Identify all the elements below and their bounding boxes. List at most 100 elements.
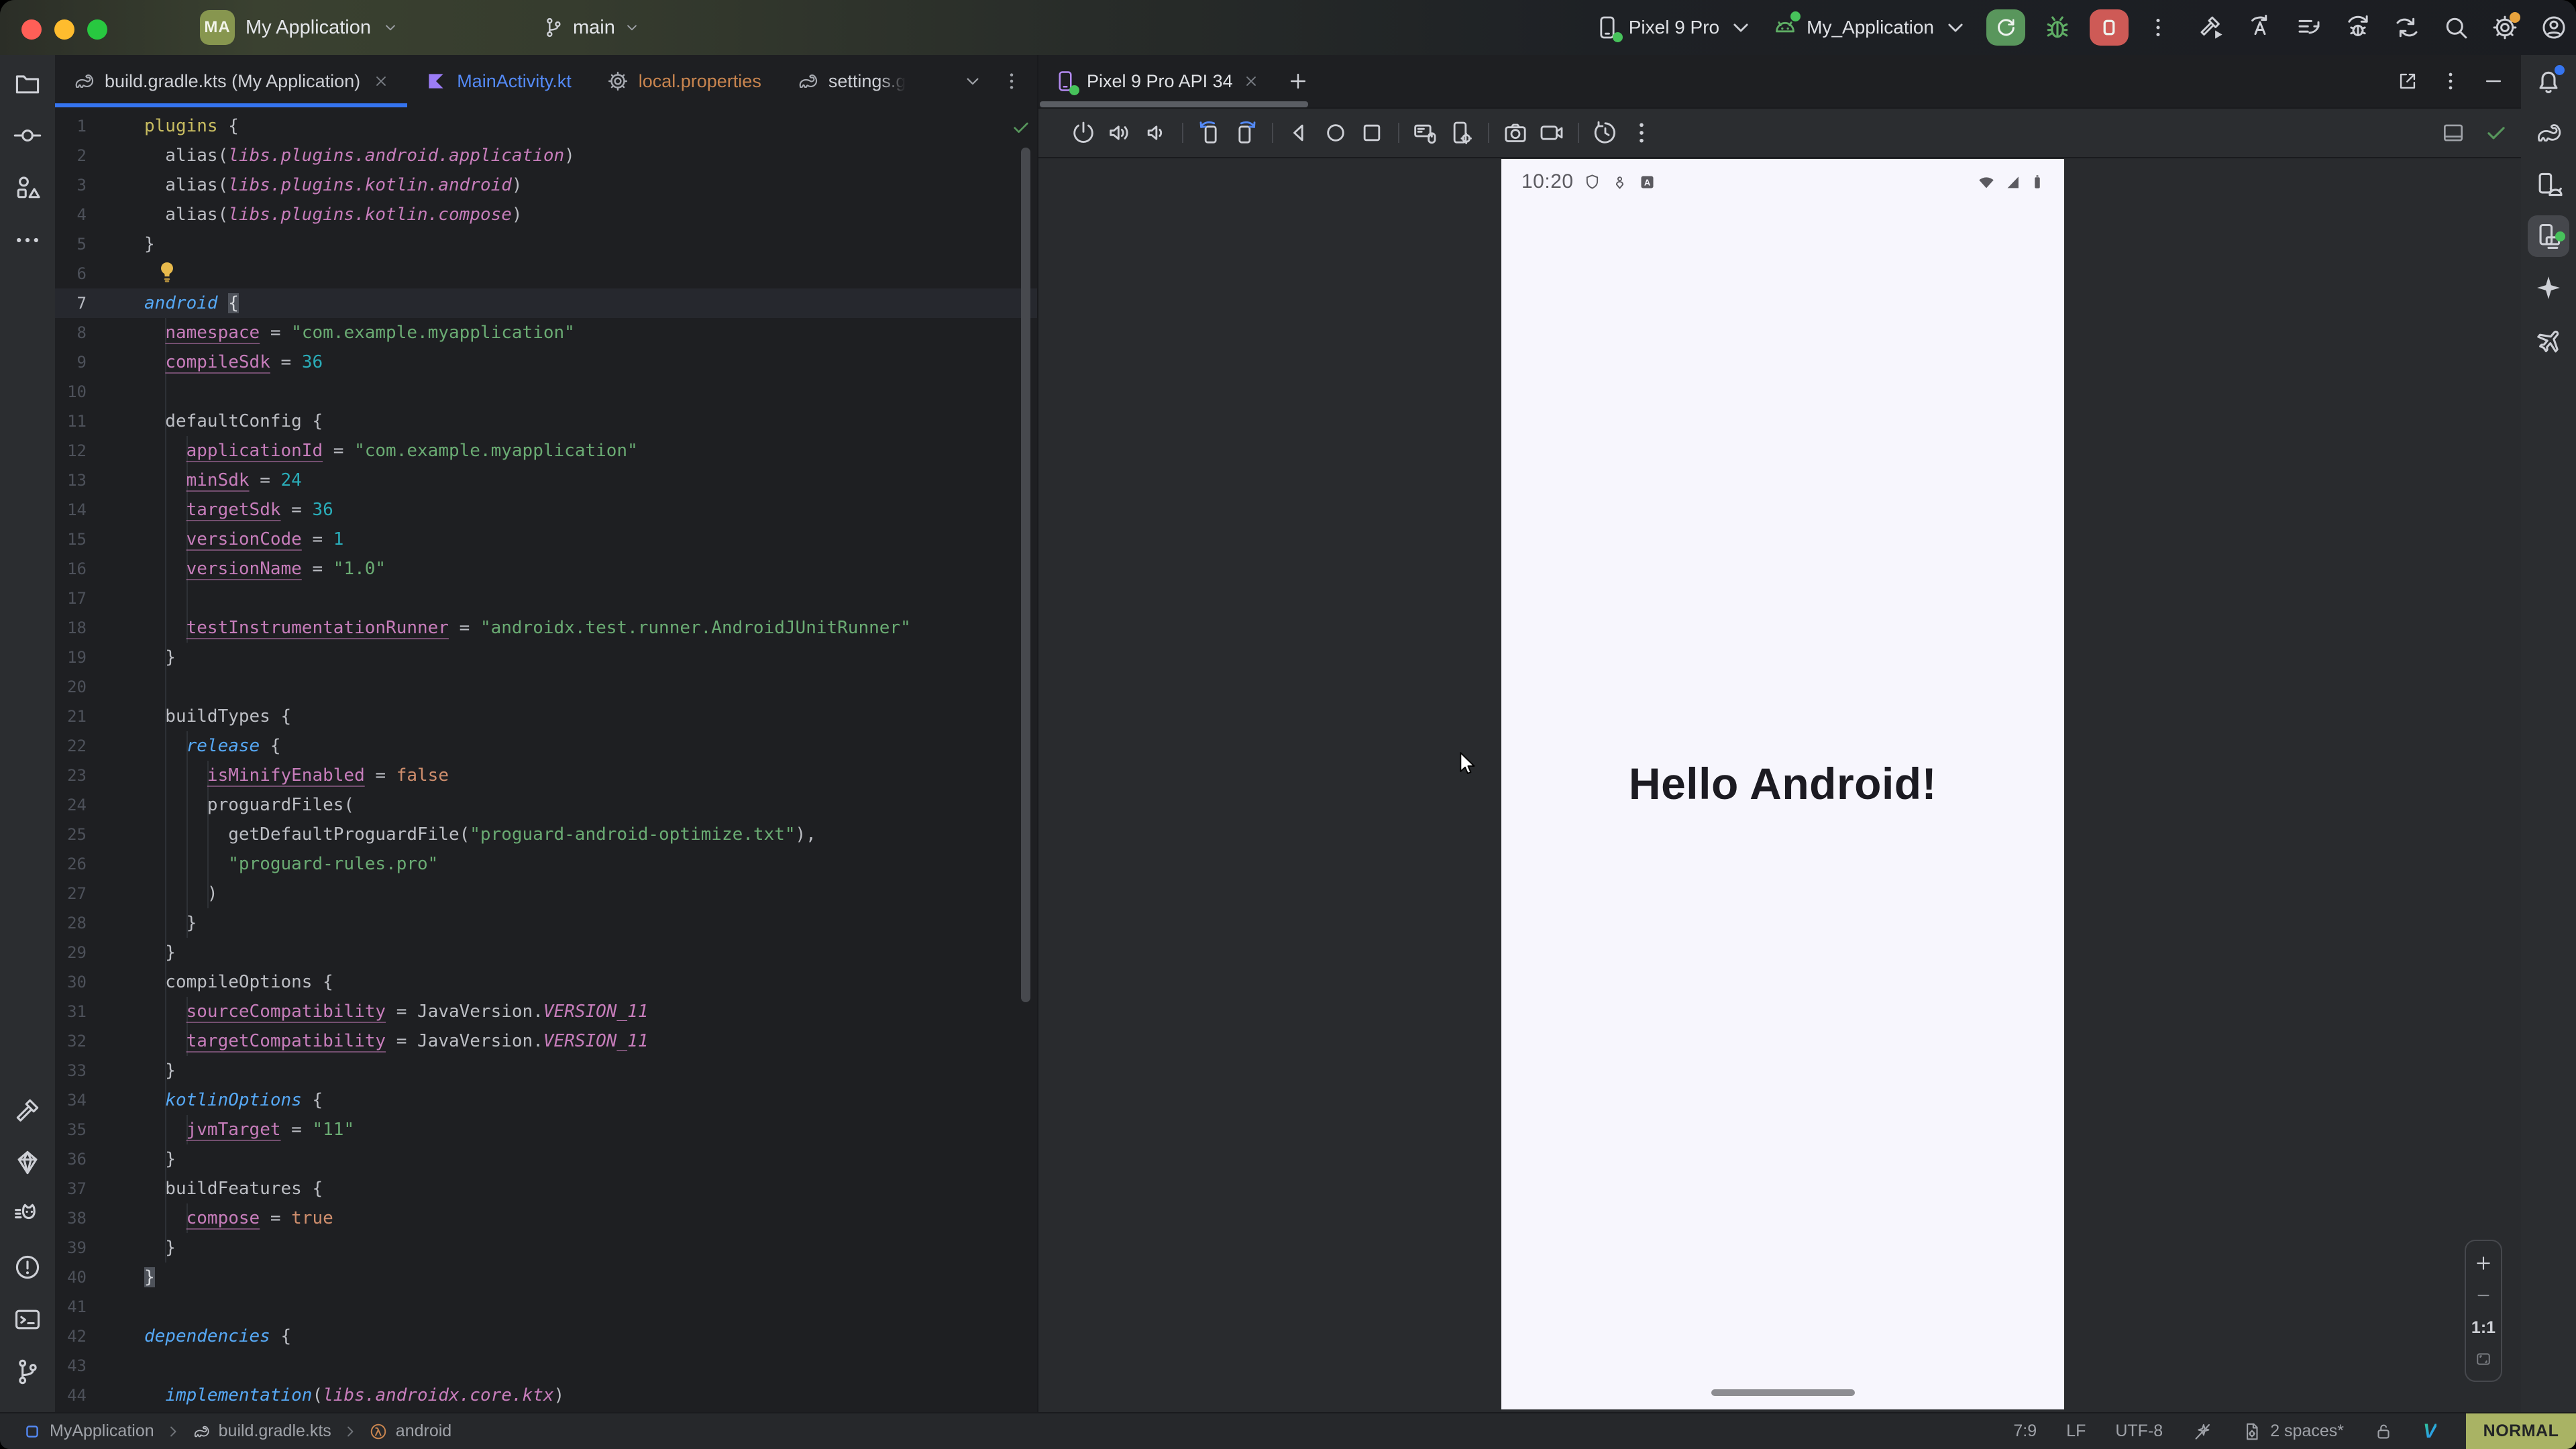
inspections-ok-icon[interactable] (1010, 117, 1032, 138)
run-config-selector[interactable]: My_Application (1772, 14, 1969, 41)
stripe-item-logcat[interactable] (13, 1200, 42, 1230)
home-button[interactable] (1321, 119, 1350, 146)
code-line-44[interactable]: 44 implementation(libs.androidx.core.ktx… (55, 1381, 1037, 1410)
account-button[interactable] (2540, 13, 2568, 42)
code-line-30[interactable]: 30 compileOptions { (55, 967, 1037, 997)
settings-button[interactable] (2491, 13, 2519, 42)
code-line-9[interactable]: 9 compileSdk = 36 (55, 347, 1037, 377)
zoom-1to1-button[interactable]: 1:1 (2471, 1318, 2496, 1338)
hide-panel-icon[interactable] (2482, 70, 2505, 93)
code-line-42[interactable]: 42dependencies { (55, 1322, 1037, 1351)
stop-button[interactable] (2090, 9, 2129, 46)
code-line-20[interactable]: 20 (55, 672, 1037, 702)
profiler-button[interactable] (2344, 13, 2372, 42)
code-line-26[interactable]: 26 "proguard-rules.pro" (55, 849, 1037, 879)
tab-list-chevron-icon[interactable] (962, 70, 983, 92)
code-line-8[interactable]: 8 namespace = "com.example.myapplication… (55, 318, 1037, 347)
display-mode-icon[interactable] (2440, 120, 2466, 146)
tab-local-properties[interactable]: local.properties (589, 55, 779, 107)
home-indicator[interactable] (1711, 1389, 1855, 1396)
device-selector[interactable]: Pixel 9 Pro (1594, 14, 1754, 41)
stripe-item-device-manager[interactable] (2534, 170, 2563, 199)
stripe-item-resource-manager[interactable] (13, 173, 42, 203)
stripe-item-notifications[interactable] (2534, 66, 2563, 96)
code-line-22[interactable]: 22 release { (55, 731, 1037, 761)
code-line-28[interactable]: 28 } (55, 908, 1037, 938)
stripe-item-problems[interactable] (13, 1252, 42, 1282)
code-line-35[interactable]: 35 jvmTarget = "11" (55, 1115, 1037, 1144)
editor-scrollbar[interactable] (1021, 148, 1030, 1002)
add-device-tab-button[interactable] (1287, 70, 1309, 93)
maximize-window-button[interactable] (87, 19, 107, 40)
project-selector[interactable]: MA My Application (200, 0, 399, 55)
code-line-34[interactable]: 34 kotlinOptions { (55, 1085, 1037, 1115)
minimize-window-button[interactable] (54, 19, 74, 40)
overview-button[interactable] (1357, 119, 1387, 146)
kebab-button[interactable] (1627, 119, 1656, 146)
code-line-15[interactable]: 15 versionCode = 1 (55, 525, 1037, 554)
code-line-5[interactable]: 5} (55, 229, 1037, 259)
build-button[interactable] (2197, 13, 2225, 42)
stripe-item-build[interactable] (13, 1095, 42, 1125)
code-line-37[interactable]: 37 buildFeatures { (55, 1174, 1037, 1203)
tab-mainactivity-kt[interactable]: MainActivity.kt (407, 55, 589, 107)
code-line-38[interactable]: 38 compose = true (55, 1203, 1037, 1233)
tab-options-kebab-icon[interactable] (1001, 70, 1022, 92)
line-ending[interactable]: LF (2066, 1421, 2086, 1441)
code-line-32[interactable]: 32 targetCompatibility = JavaVersion.VER… (55, 1026, 1037, 1056)
task-list-button[interactable] (2295, 13, 2323, 42)
code-line-1[interactable]: 1plugins { (55, 111, 1037, 141)
code-line-17[interactable]: 17 (55, 584, 1037, 613)
open-in-window-icon[interactable] (2396, 70, 2419, 93)
tab-scroll-indicator[interactable] (1040, 101, 1308, 107)
caret-position[interactable]: 7:9 (2013, 1421, 2037, 1441)
debug-button[interactable] (2043, 13, 2072, 42)
stripe-item-project[interactable] (13, 68, 42, 98)
code-line-23[interactable]: 23 isMinifyEnabled = false (55, 761, 1037, 790)
stripe-item-gemini[interactable] (13, 1148, 42, 1177)
code-line-16[interactable]: 16 versionName = "1.0" (55, 554, 1037, 584)
code-line-3[interactable]: 3 alias(libs.plugins.kotlin.android) (55, 170, 1037, 200)
snapshot-restore-button[interactable] (1591, 119, 1620, 146)
close-window-button[interactable] (21, 19, 42, 40)
sync-button[interactable] (2393, 13, 2421, 42)
code-line-4[interactable]: 4 alias(libs.plugins.kotlin.compose) (55, 200, 1037, 229)
phone-screen[interactable]: 10:20 A Hello Android! (1501, 159, 2064, 1409)
zoom-in-button[interactable] (2473, 1253, 2493, 1273)
code-line-19[interactable]: 19 } (55, 643, 1037, 672)
code-line-2[interactable]: 2 alias(libs.plugins.android.application… (55, 141, 1037, 170)
zoom-fit-button[interactable] (2474, 1350, 2493, 1368)
screen-input-button[interactable] (1411, 119, 1440, 146)
stripe-item-commit[interactable] (13, 121, 42, 150)
ideavim-icon[interactable]: V (2423, 1420, 2436, 1443)
code-line-43[interactable]: 43 (55, 1351, 1037, 1381)
power-button[interactable] (1069, 119, 1098, 146)
close-icon[interactable] (372, 72, 390, 90)
code-line-13[interactable]: 13 minSdk = 24 (55, 466, 1037, 495)
code-line-31[interactable]: 31 sourceCompatibility = JavaVersion.VER… (55, 997, 1037, 1026)
stripe-item-running-devices[interactable] (2528, 215, 2569, 257)
code-line-33[interactable]: 33 } (55, 1056, 1037, 1085)
code-line-6[interactable]: 6 (55, 259, 1037, 288)
code-line-21[interactable]: 21 buildTypes { (55, 702, 1037, 731)
stripe-item-release-assistant[interactable] (2534, 325, 2563, 354)
volume-down-button[interactable] (1141, 119, 1171, 146)
stripe-item-studio-bot[interactable] (2534, 273, 2563, 303)
close-icon[interactable] (1242, 72, 1260, 90)
code-line-7[interactable]: 7android { (55, 288, 1037, 318)
stripe-item-terminal[interactable] (13, 1305, 42, 1334)
code-line-14[interactable]: 14 targetSdk = 36 (55, 495, 1037, 525)
search-everywhere-button[interactable] (2442, 13, 2470, 42)
volume-up-button[interactable] (1105, 119, 1134, 146)
stripe-item-more-tool-windows[interactable] (13, 225, 42, 255)
more-run-options-button[interactable] (2146, 14, 2170, 41)
breadcrumb-build.gradle.kts[interactable]: build.gradle.kts (192, 1421, 331, 1441)
ai-spark-disabled-icon[interactable] (2192, 1421, 2212, 1442)
record-screen-button[interactable] (1537, 119, 1566, 146)
status-check-icon[interactable] (2483, 120, 2509, 146)
code-line-24[interactable]: 24 proguardFiles( (55, 790, 1037, 820)
vim-mode-badge[interactable]: NORMAL (2466, 1413, 2576, 1449)
code-line-27[interactable]: 27 ) (55, 879, 1037, 908)
camera-button[interactable] (1501, 119, 1530, 146)
breadcrumb-MyApplication[interactable]: MyApplication (23, 1421, 154, 1441)
